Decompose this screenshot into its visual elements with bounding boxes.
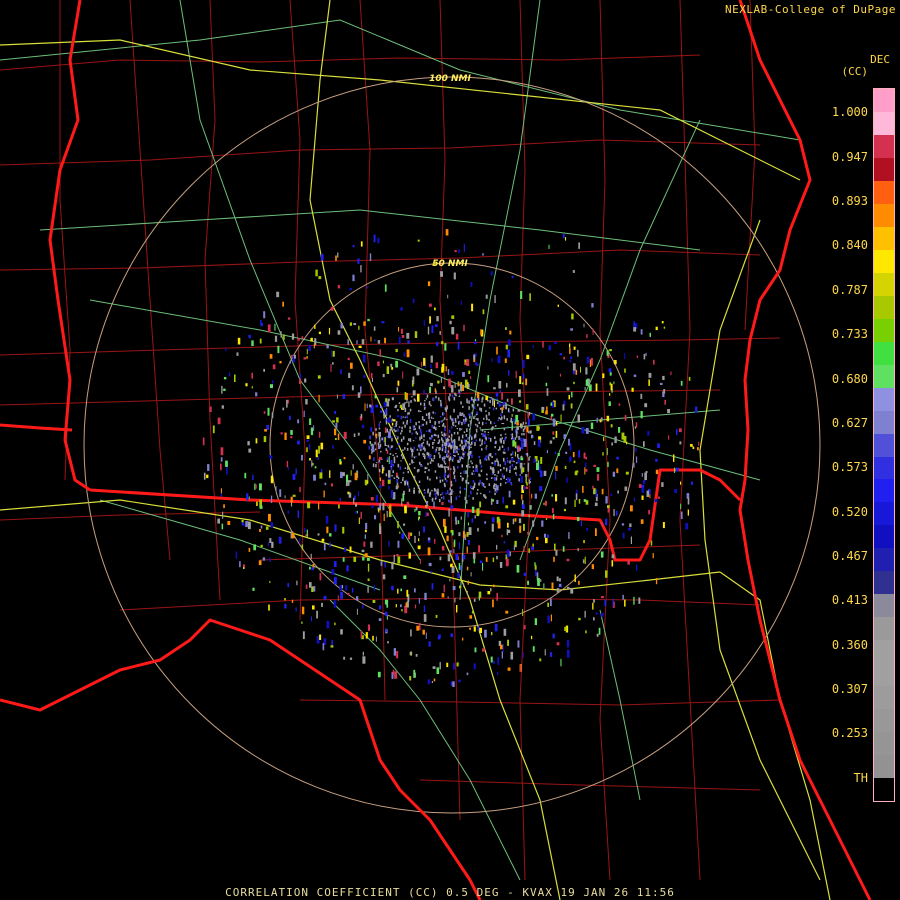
county-lines [0, 0, 781, 881]
color-scale-swatch [874, 778, 894, 802]
color-scale-swatch [874, 663, 894, 687]
roads [0, 0, 801, 881]
color-scale-swatch [874, 617, 894, 641]
scale-tick: 0.413 [831, 593, 868, 607]
color-scale-swatch [874, 318, 894, 342]
ring-label-50: 50 NMI [432, 259, 468, 269]
scale-tick: 1.000 [831, 105, 868, 119]
ring-label-100: 100 NMI [429, 74, 471, 84]
color-scale-swatch [874, 479, 894, 503]
color-scale-swatch [874, 134, 894, 158]
scale-tick: TH [853, 771, 868, 785]
scale-tick: 0.520 [831, 505, 868, 519]
color-scale-swatch [874, 180, 894, 204]
scale-tick: 0.307 [831, 682, 868, 696]
scale-tick: 0.787 [831, 283, 868, 297]
color-scale-swatch [874, 272, 894, 296]
credit-label: NEXLAB-College of DuPage [725, 3, 896, 16]
scale-tick: 0.893 [831, 194, 868, 208]
scale-tick: 0.467 [831, 549, 868, 563]
color-scale-swatch [874, 709, 894, 733]
color-scale-swatch [874, 226, 894, 250]
color-scale-swatch [874, 410, 894, 434]
color-scale-swatch [874, 111, 894, 135]
color-scale-swatch [874, 433, 894, 457]
color-scale-swatch [874, 364, 894, 388]
color-scale-bar [873, 88, 895, 802]
scale-tick: 0.253 [831, 726, 868, 740]
color-scale-swatch [874, 249, 894, 273]
radar-map: 50 NMI 100 NMI [0, 0, 872, 900]
color-scale-swatch [874, 341, 894, 365]
color-scale-swatch [874, 548, 894, 572]
color-scale-swatch [874, 640, 894, 664]
highways [0, 0, 831, 900]
scale-tick: 0.733 [831, 327, 868, 341]
scale-tick: 0.680 [831, 372, 868, 386]
color-scale-swatch [874, 571, 894, 595]
scale-tick: 0.573 [831, 460, 868, 474]
color-scale-swatch [874, 502, 894, 526]
color-scale-swatch [874, 387, 894, 411]
color-scale-swatch [874, 456, 894, 480]
scale-tick: 0.840 [831, 238, 868, 252]
color-scale-swatch [874, 732, 894, 756]
product-code: DEC [870, 53, 890, 66]
unit-label: (CC) [841, 65, 869, 78]
color-scale-swatch [874, 157, 894, 181]
radar-echoes [202, 229, 700, 687]
scale-tick: 0.947 [831, 150, 868, 164]
color-scale-swatch [874, 686, 894, 710]
scale-tick: 0.360 [831, 638, 868, 652]
color-scale-swatch [874, 203, 894, 227]
product-footer: CORRELATION COEFFICIENT (CC) 0.5 DEG - K… [225, 886, 675, 899]
scale-tick: 0.627 [831, 416, 868, 430]
color-scale-swatch [874, 755, 894, 779]
color-scale-swatch [874, 525, 894, 549]
color-scale-swatch [874, 89, 894, 112]
color-scale-swatch [874, 594, 894, 618]
color-scale-swatch [874, 295, 894, 319]
